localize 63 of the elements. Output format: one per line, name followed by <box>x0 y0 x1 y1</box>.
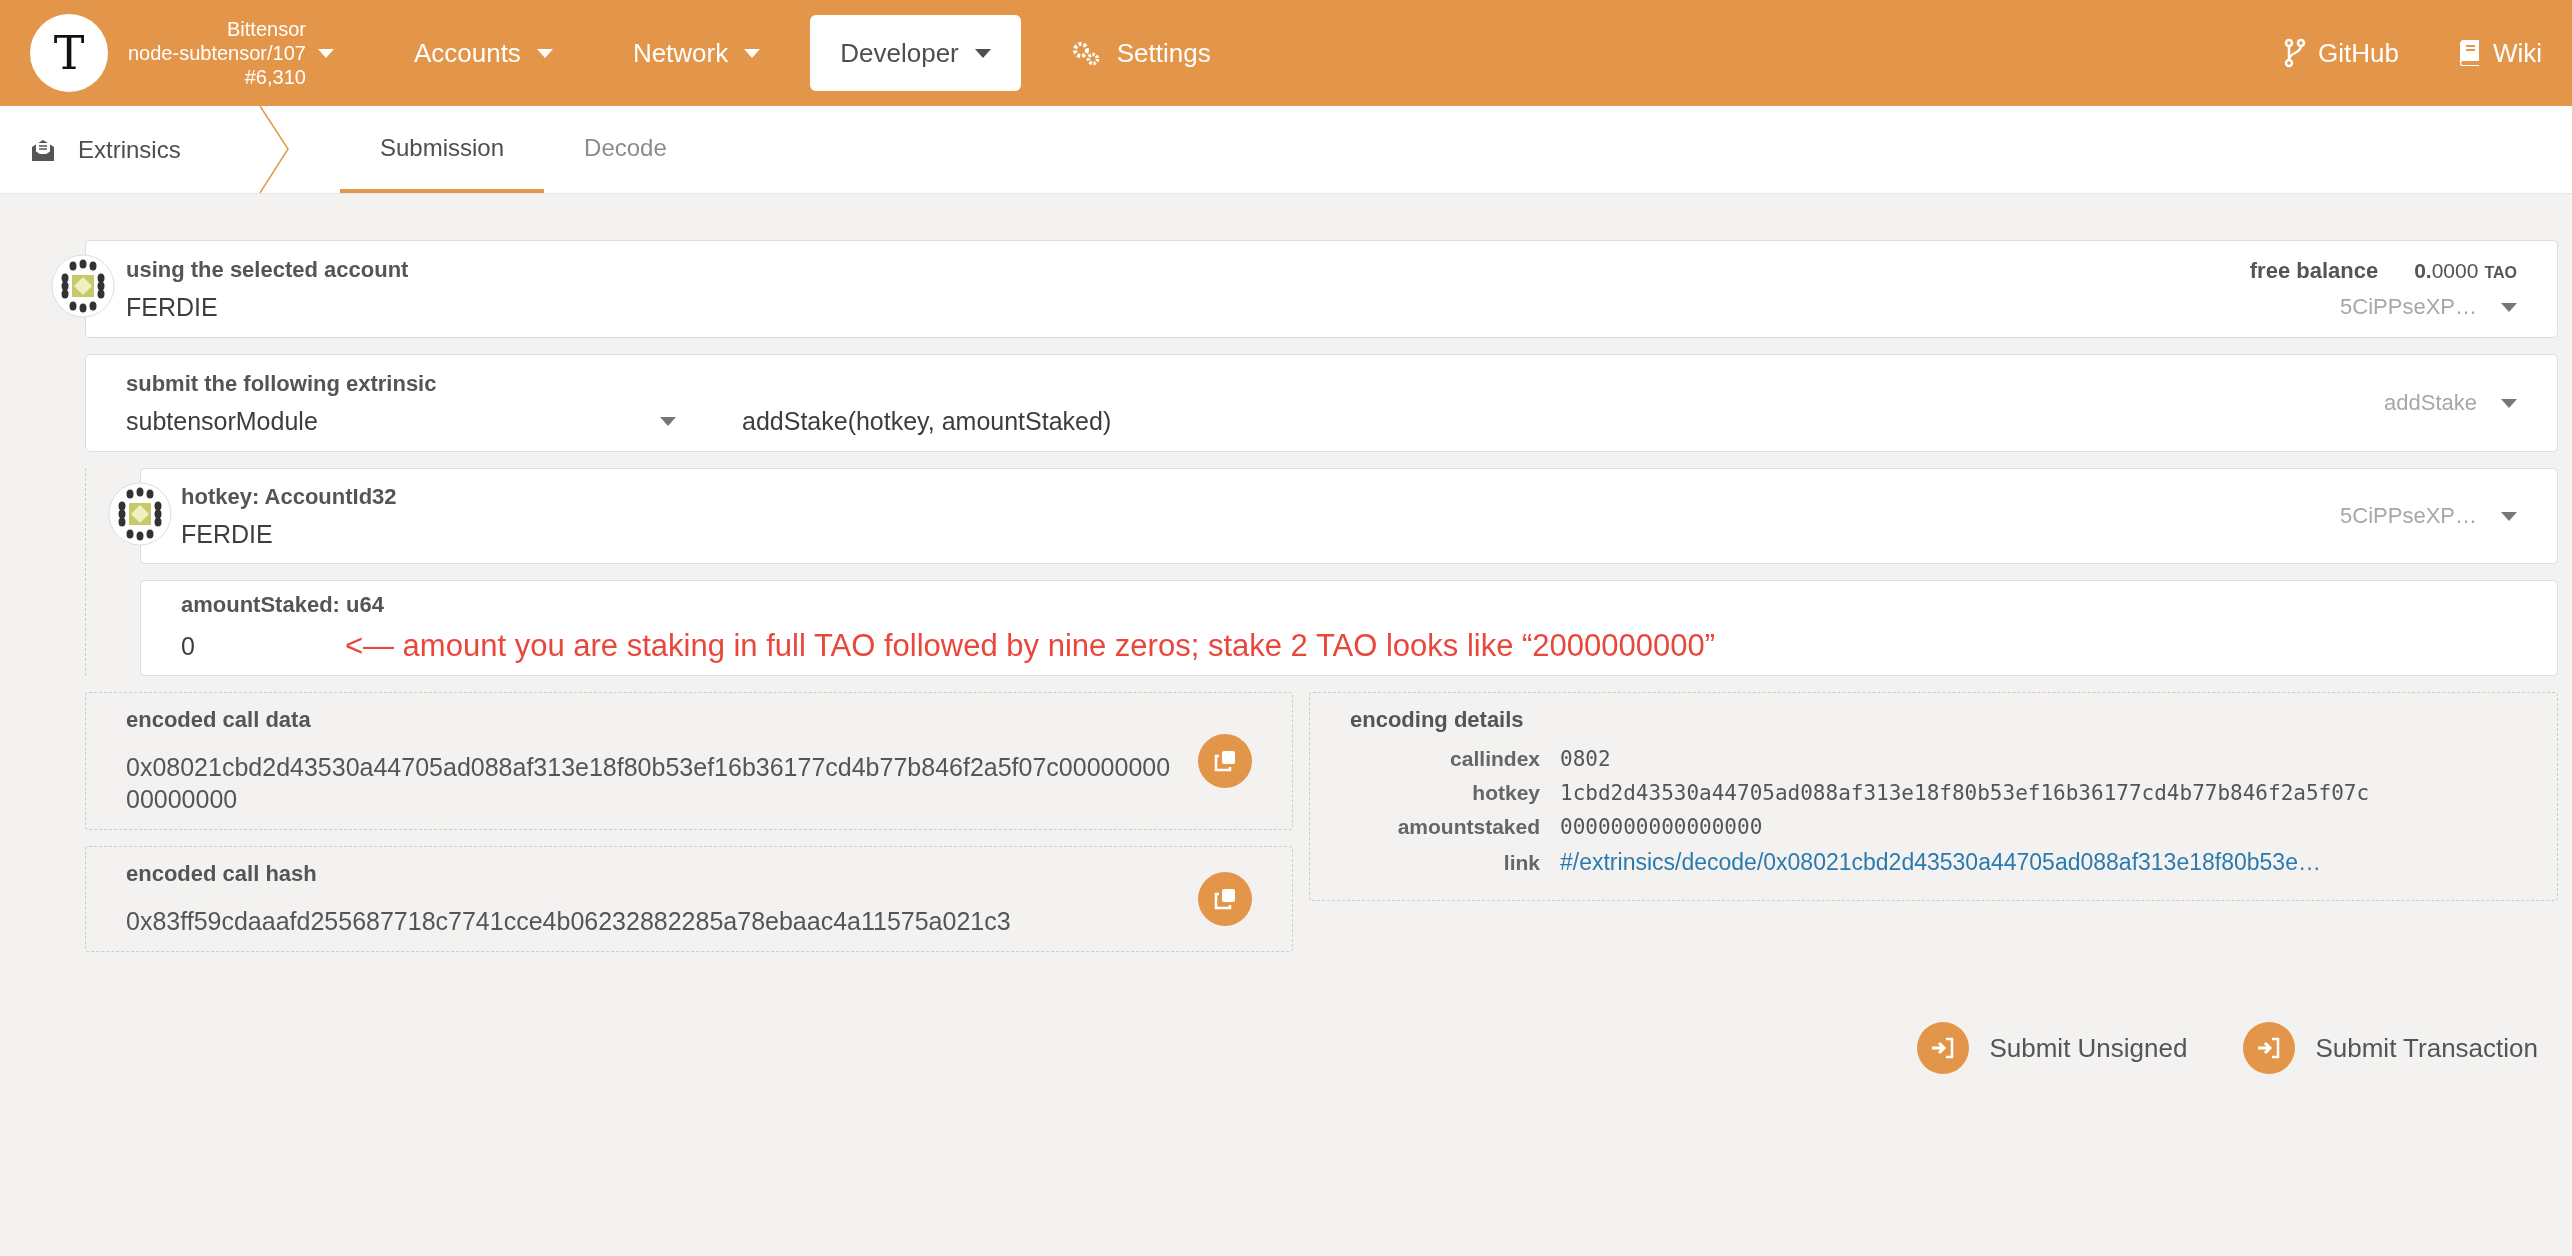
detail-value: 0000000000000000 <box>1560 815 1764 839</box>
nav-link[interactable]: GitHub <box>2284 37 2399 69</box>
input-field[interactable]: amountStaked: u64 0 <— amount you are staking in full TAO followed by nine zeros; stake 2 TAO looks like “2000000000” <box>140 580 2558 676</box>
detail-value: 1cbd2d43530a44705ad088af313e18f80b53ef16b36177cd4b77b846f2a5f07c <box>1560 781 2371 805</box>
address-dropdown[interactable]: 5CiPPseXP… <box>2340 503 2517 529</box>
nav-menu[interactable]: Network <box>602 15 791 91</box>
decode-link[interactable]: #/extrinsics/decode/0x08021cbd2d43530a44705ad088af313e18f80b53e… <box>1560 849 2517 876</box>
encoded-value: 0x08021cbd2d43530a44705ad088af313e18f80b53ef16b36177cd4b77b846f2a5f07c0000000000000000 <box>126 752 1172 815</box>
tab[interactable]: Decode <box>544 106 707 193</box>
detail-label: link <box>1502 851 1540 875</box>
block-number: #6,310 <box>244 65 306 89</box>
nav-menu[interactable]: Developer <box>810 15 1021 91</box>
detail-label: callindex <box>1449 747 1540 771</box>
caret-icon <box>974 48 991 58</box>
call-dropdown-value[interactable]: addStake(hotkey, amountStaked) <box>742 406 1112 436</box>
submit-button[interactable]: Submit Transaction <box>2243 1022 2538 1074</box>
detail-value: 0802 <box>1560 747 1612 771</box>
field-value: FERDIE <box>181 519 274 549</box>
nav-menu[interactable]: Accounts <box>383 15 583 91</box>
section-title: Extrinsics <box>78 135 181 164</box>
field-label: encoded call data <box>126 707 312 733</box>
identicon-icon <box>51 254 115 318</box>
branch-icon <box>2284 38 2306 68</box>
field-label: amountStaked: u64 <box>181 592 385 618</box>
field-label: encoded call hash <box>126 861 318 887</box>
caret-icon <box>536 48 553 58</box>
caret-icon <box>317 48 334 58</box>
account-selector[interactable]: using the selected account FERDIE free balance 0.0000 TAO 5CiPPseXP… <box>85 240 2558 338</box>
submit-button[interactable]: Submit Unsigned <box>1917 1022 2188 1074</box>
module-dropdown[interactable]: subtensorModule <box>126 406 676 436</box>
panel-title: encoding details <box>1350 707 1525 733</box>
book-icon <box>2458 39 2481 67</box>
account-selector[interactable]: hotkey: AccountId32 FERDIE 5CiPPseXP… <box>140 468 2558 564</box>
annotation-text: <— amount you are staking in full TAO followed by nine zeros; stake 2 TAO looks like “2000000000” <box>344 628 1716 664</box>
nav-link[interactable]: Wiki <box>2458 37 2542 69</box>
detail-label: hotkey <box>1471 781 1540 805</box>
field-label: hotkey: AccountId32 <box>181 483 398 510</box>
nav-menu[interactable]: Settings <box>1040 15 1241 91</box>
field-label: using the selected account <box>126 256 410 283</box>
logo: T <box>30 14 108 92</box>
copy-icon <box>1213 749 1237 773</box>
field-value: FERDIE <box>126 292 219 322</box>
node-name: node-subtensor/107 <box>128 41 306 65</box>
gears-icon <box>1070 40 1101 66</box>
field-label: submit the following extrinsic <box>126 370 438 397</box>
caret-icon <box>2501 398 2517 408</box>
chain-name: Bittensor <box>227 17 306 41</box>
copy-button[interactable] <box>1198 734 1252 788</box>
caret-icon <box>2501 511 2517 521</box>
balance-label: free balance <box>2249 258 2379 284</box>
caret-icon <box>2501 302 2517 312</box>
tab[interactable]: Submission <box>340 106 545 193</box>
encoded-value: 0x83ff59cdaaafd255687718c7741cce4b06232882285a78ebaac4a11575a021c3 <box>126 906 1012 937</box>
copy-button[interactable] <box>1198 872 1252 926</box>
caret-icon <box>744 48 761 58</box>
detail-label: amountstaked <box>1396 815 1540 839</box>
balance-value: 0.0000 TAO <box>2414 259 2517 283</box>
caret-icon <box>660 416 676 426</box>
address-dropdown[interactable]: addStake <box>2384 390 2517 416</box>
identicon-icon <box>108 482 172 546</box>
address-dropdown[interactable]: 5CiPPseXP… <box>2340 294 2517 320</box>
field-value: 0 <box>181 631 195 661</box>
copy-icon <box>1213 887 1237 911</box>
